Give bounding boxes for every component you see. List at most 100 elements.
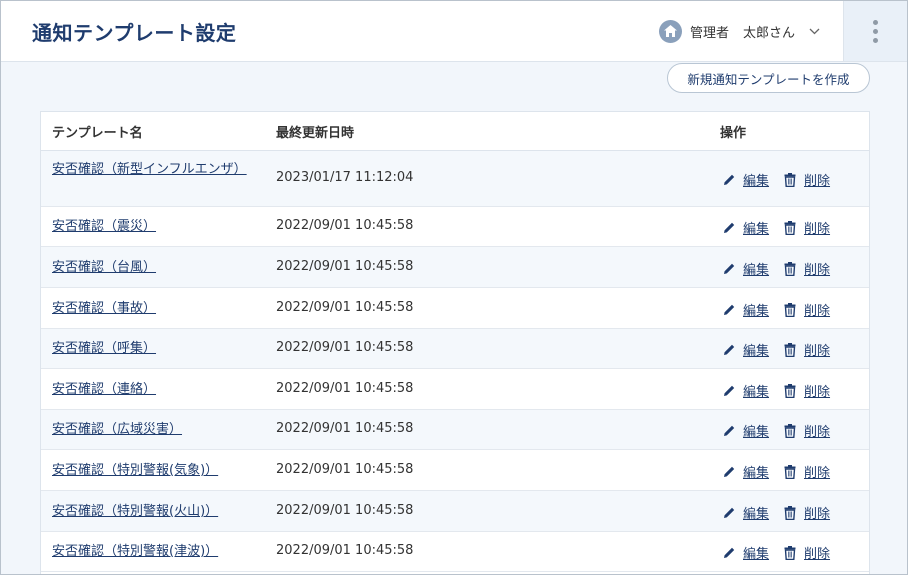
edit-button[interactable]: 編集: [722, 503, 769, 522]
row-actions: 編集 削除: [722, 421, 830, 440]
user-role: 管理者: [690, 25, 730, 41]
template-name-link[interactable]: 安否確認（特別警報(気象)）: [52, 461, 247, 481]
edit-label: 編集: [743, 425, 770, 440]
column-header-name: テンプレート名: [52, 125, 143, 141]
delete-button[interactable]: 削除: [783, 462, 830, 481]
pencil-icon: [722, 173, 736, 187]
delete-label: 削除: [804, 174, 831, 189]
table-row: 安否確認（事故） 2022/09/01 10:45:58 編集 削除: [41, 288, 869, 329]
template-name-link[interactable]: 安否確認（新型インフルエンザ）: [52, 160, 247, 180]
pencil-icon: [722, 221, 736, 235]
delete-button[interactable]: 削除: [783, 340, 830, 359]
trash-icon: [783, 342, 797, 357]
edit-button[interactable]: 編集: [722, 340, 769, 359]
table-row: 安否確認（新型インフルエンザ） 2023/01/17 11:12:04 編集 削除: [41, 151, 869, 207]
template-name-link[interactable]: 安否確認（特別警報(火山)）: [52, 502, 247, 522]
pencil-icon: [722, 384, 736, 398]
kebab-dot: [873, 19, 878, 25]
row-actions: 編集 削除: [722, 259, 830, 278]
trash-icon: [783, 302, 797, 317]
edit-label: 編集: [743, 344, 770, 359]
table-row: 安否確認（震災） 2022/09/01 10:45:58 編集 削除: [41, 207, 869, 247]
home-icon: [659, 19, 682, 43]
row-actions: 編集 削除: [722, 340, 830, 359]
updated-datetime: 2022/09/01 10:45:58: [276, 421, 414, 436]
delete-label: 削除: [804, 507, 831, 522]
edit-button[interactable]: 編集: [722, 543, 769, 562]
row-actions: 編集 削除: [722, 218, 830, 237]
edit-button[interactable]: 編集: [722, 170, 769, 189]
edit-button[interactable]: 編集: [722, 462, 769, 481]
pencil-icon: [722, 546, 736, 560]
chevron-down-icon[interactable]: [807, 24, 821, 38]
edit-button[interactable]: 編集: [722, 381, 769, 400]
user-name[interactable]: 太郎さん: [743, 22, 795, 41]
kebab-dot: [873, 37, 878, 43]
edit-label: 編集: [743, 263, 770, 278]
table-row: 安否確認（呼集） 2022/09/01 10:45:58 編集 削除: [41, 329, 869, 369]
template-name-link[interactable]: 安否確認（震災）: [52, 217, 247, 237]
trash-icon: [783, 172, 797, 187]
pencil-icon: [722, 303, 736, 317]
trash-icon: [783, 383, 797, 398]
pencil-icon: [722, 262, 736, 276]
delete-button[interactable]: 削除: [783, 170, 830, 189]
edit-label: 編集: [743, 304, 770, 319]
trash-icon: [783, 545, 797, 560]
column-header-actions: 操作: [720, 125, 747, 141]
pencil-icon: [722, 465, 736, 479]
edit-label: 編集: [743, 174, 770, 189]
template-name-link[interactable]: 安否確認（特別警報(津波)）: [52, 542, 247, 562]
delete-button[interactable]: 削除: [783, 218, 830, 237]
template-name-link[interactable]: 安否確認（広域災害）: [52, 420, 247, 440]
trash-icon: [783, 220, 797, 235]
table-header: テンプレート名 最終更新日時 操作: [41, 112, 869, 151]
row-actions: 編集 削除: [722, 170, 830, 189]
template-name-link[interactable]: 安否確認（事故）: [52, 299, 247, 319]
pencil-icon: [722, 506, 736, 520]
more-menu-button[interactable]: [843, 1, 907, 61]
table-row: 安否確認（特別警報(津波)） 2022/09/01 10:45:58 編集 削除: [41, 532, 869, 572]
trash-icon: [783, 261, 797, 276]
delete-button[interactable]: 削除: [783, 259, 830, 278]
row-actions: 編集 削除: [722, 503, 830, 522]
table-row: 安否確認（特別警報(気象)） 2022/09/01 10:45:58 編集 削除: [41, 450, 869, 491]
page-title: 通知テンプレート設定: [32, 21, 237, 45]
edit-button[interactable]: 編集: [722, 300, 769, 319]
updated-datetime: 2022/09/01 10:45:58: [276, 300, 414, 315]
delete-button[interactable]: 削除: [783, 381, 830, 400]
delete-label: 削除: [804, 385, 831, 400]
delete-button[interactable]: 削除: [783, 543, 830, 562]
row-actions: 編集 削除: [722, 300, 830, 319]
edit-button[interactable]: 編集: [722, 259, 769, 278]
delete-button[interactable]: 削除: [783, 421, 830, 440]
column-header-updated: 最終更新日時: [276, 125, 355, 141]
updated-datetime: 2022/09/01 10:45:58: [276, 259, 414, 274]
row-actions: 編集 削除: [722, 462, 830, 481]
row-actions: 編集 削除: [722, 381, 830, 400]
template-name-link[interactable]: 安否確認（台風）: [52, 258, 247, 278]
table-row: 安否確認（特別警報(火山)） 2022/09/01 10:45:58 編集 削除: [41, 491, 869, 532]
table-row: 安否確認（連絡） 2022/09/01 10:45:58 編集 削除: [41, 369, 869, 410]
kebab-dot: [873, 28, 878, 34]
edit-button[interactable]: 編集: [722, 421, 769, 440]
edit-button[interactable]: 編集: [722, 218, 769, 237]
updated-datetime: 2022/09/01 10:45:58: [276, 218, 414, 233]
updated-datetime: 2022/09/01 10:45:58: [276, 340, 414, 355]
updated-datetime: 2023/01/17 11:12:04: [276, 170, 414, 185]
delete-label: 削除: [804, 344, 831, 359]
user-menu[interactable]: 管理者 太郎さん: [659, 19, 821, 43]
delete-button[interactable]: 削除: [783, 503, 830, 522]
delete-button[interactable]: 削除: [783, 300, 830, 319]
row-actions: 編集 削除: [722, 543, 830, 562]
delete-label: 削除: [804, 263, 831, 278]
create-template-button[interactable]: 新規通知テンプレートを作成: [667, 63, 870, 93]
template-name-link[interactable]: 安否確認（連絡）: [52, 380, 247, 400]
table-row: 安否確認（台風） 2022/09/01 10:45:58 編集 削除: [41, 247, 869, 288]
updated-datetime: 2022/09/01 10:45:58: [276, 462, 414, 477]
edit-label: 編集: [743, 385, 770, 400]
template-name-link[interactable]: 安否確認（呼集）: [52, 339, 247, 359]
table-row: 安否確認（広域災害） 2022/09/01 10:45:58 編集 削除: [41, 410, 869, 450]
header-bar: 通知テンプレート設定 管理者 太郎さん: [1, 1, 907, 62]
template-table: テンプレート名 最終更新日時 操作 安否確認（新型インフルエンザ） 2023/01…: [40, 111, 870, 574]
